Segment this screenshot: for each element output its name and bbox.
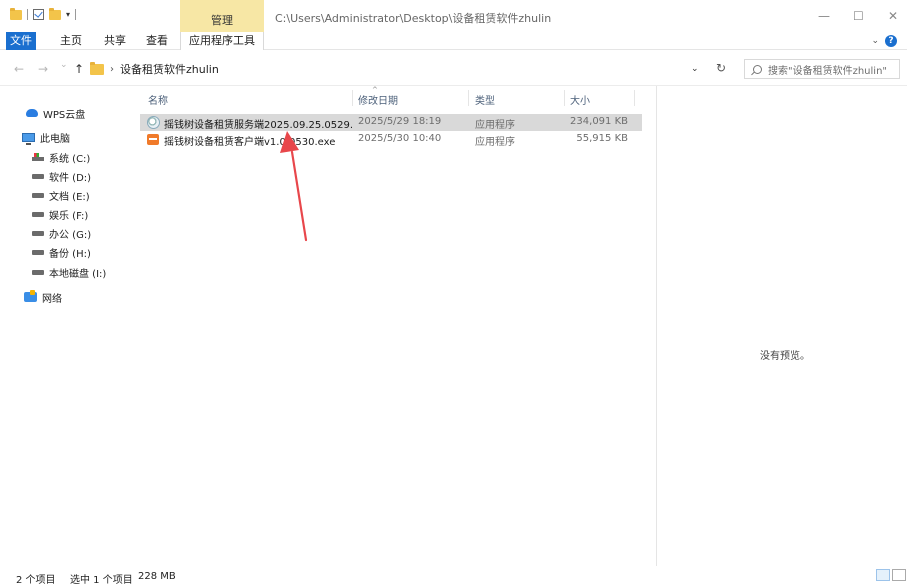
sidebar-item-this-pc[interactable]: 此电脑 [22,128,70,146]
folder-icon [10,7,22,20]
column-header-size[interactable]: 大小 [570,92,590,107]
preview-empty-message: 没有预览。 [760,351,810,362]
breadcrumb-current-folder[interactable]: 设备租赁软件zhulin [120,61,219,77]
file-name: 摇钱树设备租赁客户端v1.0.0530.exe [164,137,336,148]
drive-icon [32,230,44,236]
status-item-count: 2 个项目 [16,575,56,586]
folder-icon [90,61,104,75]
sidebar-item-network[interactable]: 网络 [24,288,62,306]
toolbar-separator [27,9,28,20]
maximize-button[interactable]: ☐ [853,9,864,23]
column-divider[interactable] [352,90,353,106]
search-placeholder: 搜索"设备租赁软件zhulin" [768,65,888,77]
cloud-icon [26,109,38,117]
manage-tab-label: 管理 [211,14,233,27]
manage-context-tab[interactable]: 管理 [180,0,264,32]
large-icons-view-icon[interactable] [892,569,906,581]
column-divider[interactable] [564,90,565,106]
file-size: 55,915 KB [576,133,628,144]
ribbon-controls: ⌄ ? [871,35,897,47]
properties-icon[interactable] [33,9,44,20]
column-header-type[interactable]: 类型 [475,92,495,107]
network-icon [24,290,37,302]
search-icon [753,64,762,74]
sidebar-item-wps-cloud[interactable]: WPS云盘 [26,104,85,122]
column-divider[interactable] [468,90,469,106]
annotation-arrow-shaft [290,150,308,242]
file-type: 应用程序 [475,137,515,148]
drive-icon [32,249,44,255]
refresh-button[interactable]: ↻ [716,61,726,75]
drive-icon [32,192,44,198]
column-header-modified[interactable]: 修改日期 [358,92,398,107]
new-folder-icon[interactable] [49,7,61,20]
sidebar-item-label: 备份 (H:) [49,248,91,260]
sidebar-item-drive-d[interactable]: 软件 (D:) [32,167,91,185]
file-modified-date: 2025/5/29 18:19 [358,116,442,127]
address-bar[interactable]: › 设备租赁软件zhulin [90,59,690,79]
file-row-client[interactable]: 摇钱树设备租赁客户端v1.0.0530.exe 2025/5/30 10:40 … [140,131,642,148]
toolbar-separator [75,9,77,20]
tab-application-tools[interactable]: 应用程序工具 [180,32,264,50]
column-divider[interactable] [634,90,635,106]
sidebar-item-label: 软件 (D:) [49,172,92,184]
up-button[interactable]: ↑ [74,62,84,76]
drive-icon [32,173,44,179]
drive-icon [32,269,44,275]
back-button[interactable]: ← [14,62,24,76]
address-dropdown-button[interactable]: ⌄ [691,64,699,74]
sidebar-item-drive-f[interactable]: 娱乐 (F:) [32,205,88,223]
window-title: C:\Users\Administrator\Desktop\设备租赁软件zhu… [275,12,552,25]
sidebar-item-label: 网络 [42,293,62,305]
recent-locations-button[interactable]: ⌄ [60,60,68,70]
sidebar-item-label: 文档 (E:) [49,191,90,203]
breadcrumb-chevron-icon[interactable]: › [110,64,114,75]
customize-toolbar-icon[interactable]: ▾ [66,10,70,19]
file-name: 摇钱树设备租赁服务端2025.09.25.0529.... [164,120,354,131]
ribbon-tabs: 文件 主页 共享 查看 应用程序工具 ⌄ ? [0,32,907,50]
computer-icon [22,132,35,145]
tab-file[interactable]: 文件 [6,32,36,50]
file-type: 应用程序 [475,120,515,131]
file-row-server[interactable]: 摇钱树设备租赁服务端2025.09.25.0529.... 2025/5/29 … [140,114,642,131]
system-drive-icon [32,153,44,161]
sidebar-item-drive-c[interactable]: 系统 (C:) [32,148,90,166]
tab-share[interactable]: 共享 [100,32,130,50]
forward-button[interactable]: → [38,62,48,76]
sidebar-item-drive-e[interactable]: 文档 (E:) [32,186,90,204]
status-selection: 选中 1 个项目 [70,575,133,586]
sidebar-item-drive-i[interactable]: 本地磁盘 (I:) [32,263,106,281]
sidebar-item-label: 此电脑 [40,133,70,145]
sidebar-item-label: WPS云盘 [43,109,86,121]
navigation-pane: WPS云盘 此电脑 系统 (C:) 软件 (D:) 文档 (E:) 娱乐 (F:… [0,86,140,566]
client-app-icon [147,134,159,145]
sidebar-item-drive-g[interactable]: 办公 (G:) [32,224,91,242]
quick-access-toolbar: ▾ [10,7,77,20]
column-header-row: ^ 名称 修改日期 类型 大小 [140,86,656,110]
sidebar-item-label: 办公 (G:) [49,229,92,241]
file-modified-date: 2025/5/30 10:40 [358,133,442,144]
tab-view[interactable]: 查看 [142,32,172,50]
file-size: 234,091 KB [570,116,628,127]
status-selection-size: 228 MB [138,571,176,582]
title-bar: ▾ 管理 C:\Users\Administrator\Desktop\设备租赁… [0,0,907,32]
search-input[interactable]: 搜索"设备租赁软件zhulin" [744,59,900,79]
preview-pane-divider[interactable] [656,86,657,566]
sidebar-item-label: 本地磁盘 (I:) [49,268,107,280]
sidebar-item-label: 娱乐 (F:) [49,210,89,222]
address-row: ← → ⌄ ↑ › 设备租赁软件zhulin ⌄ ↻ 搜索"设备租赁软件zhul… [0,52,907,86]
chevron-down-icon[interactable]: ⌄ [871,36,879,46]
drive-icon [32,211,44,217]
column-header-name[interactable]: 名称 [148,92,168,107]
details-view-icon[interactable] [876,569,890,581]
help-icon[interactable]: ? [885,35,897,47]
tab-home[interactable]: 主页 [56,32,86,50]
sidebar-item-label: 系统 (C:) [49,153,91,165]
sidebar-item-drive-h[interactable]: 备份 (H:) [32,243,91,261]
server-app-icon [147,116,160,129]
status-bar: 2 个项目 选中 1 个项目 228 MB [0,566,907,586]
close-button[interactable]: ✕ [888,9,898,23]
minimize-button[interactable]: — [818,9,830,23]
